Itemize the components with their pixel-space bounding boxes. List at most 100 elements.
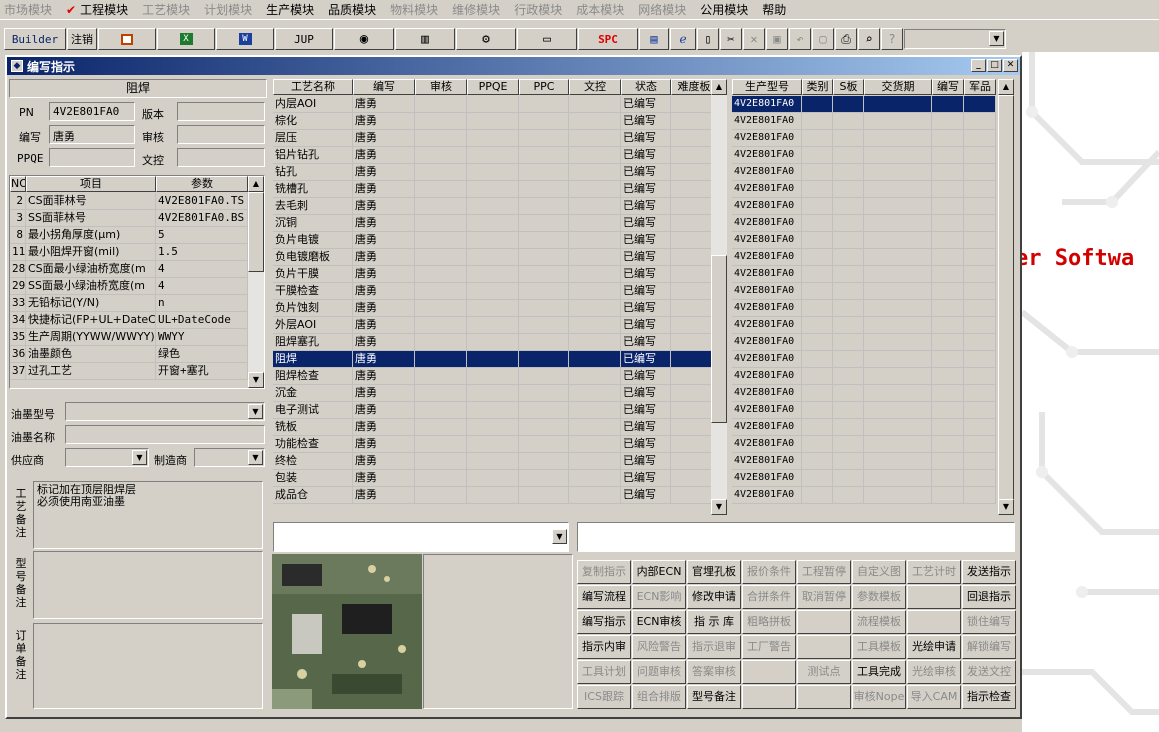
- process-row[interactable]: 铝片钻孔 唐勇 已编写: [273, 147, 717, 164]
- toolbar-combo[interactable]: ▼: [904, 29, 1006, 49]
- review-field[interactable]: [177, 125, 265, 144]
- new-icon[interactable]: ▯: [697, 28, 719, 50]
- process-row[interactable]: 负片电镀 唐勇 已编写: [273, 232, 717, 249]
- print-icon[interactable]: ⎙: [835, 28, 857, 50]
- process-row[interactable]: 外层AOI 唐勇 已编写: [273, 317, 717, 334]
- model-row[interactable]: 4V2E801FA0: [732, 385, 996, 402]
- delete-icon[interactable]: ✕: [743, 28, 765, 50]
- menu-item[interactable]: 物料模块: [390, 1, 438, 18]
- process-row[interactable]: 去毛刺 唐勇 已编写: [273, 198, 717, 215]
- scroll-thumb[interactable]: [711, 255, 727, 423]
- ink-model-select[interactable]: ▼: [65, 402, 265, 421]
- model-row[interactable]: 4V2E801FA0: [732, 113, 996, 130]
- writer-field[interactable]: 唐勇: [49, 125, 135, 144]
- model-row[interactable]: 4V2E801FA0: [732, 96, 996, 113]
- params-row[interactable]: 35 生产周期(YYWW/WWYY) WWYY: [10, 329, 248, 346]
- menu-item[interactable]: 工艺模块: [142, 1, 190, 18]
- action-button[interactable]: 指 示 库: [687, 610, 741, 634]
- chevron-down-icon[interactable]: ▼: [248, 404, 263, 419]
- report-icon[interactable]: [98, 28, 156, 50]
- preview-icon[interactable]: ▢: [812, 28, 834, 50]
- calendar-icon[interactable]: ▤: [639, 28, 669, 50]
- process-row[interactable]: 层压 唐勇 已编写: [273, 130, 717, 147]
- spc-button[interactable]: SPC: [578, 28, 638, 50]
- vertical-scrollbar[interactable]: ▲ ▼: [711, 79, 727, 515]
- model-row[interactable]: 4V2E801FA0: [732, 368, 996, 385]
- model-note-memo[interactable]: [33, 551, 263, 619]
- model-row[interactable]: 4V2E801FA0: [732, 453, 996, 470]
- action-button[interactable]: 编写指示: [577, 610, 631, 634]
- model-row[interactable]: 4V2E801FA0: [732, 232, 996, 249]
- chevron-down-icon[interactable]: ▼: [248, 450, 263, 465]
- excel-icon[interactable]: X: [157, 28, 215, 50]
- menu-item[interactable]: 行政模块: [514, 1, 562, 18]
- scroll-up-icon[interactable]: ▲: [998, 79, 1014, 95]
- model-row[interactable]: 4V2E801FA0: [732, 215, 996, 232]
- computer-icon[interactable]: ▭: [517, 28, 577, 50]
- params-row[interactable]: 37 过孔工艺 开窗+塞孔: [10, 363, 248, 380]
- params-row[interactable]: 3 SS面菲林号 4V2E801FA0.BS: [10, 210, 248, 227]
- process-row[interactable]: 包装 唐勇 已编写: [273, 470, 717, 487]
- action-button[interactable]: 型号备注: [687, 685, 741, 709]
- process-row[interactable]: 负片蚀刻 唐勇 已编写: [273, 300, 717, 317]
- model-row[interactable]: 4V2E801FA0: [732, 436, 996, 453]
- menu-item[interactable]: 品质模块: [328, 1, 376, 18]
- params-row[interactable]: 11 最小阻焊开窗(mil) 1.5: [10, 244, 248, 261]
- model-row[interactable]: 4V2E801FA0: [732, 402, 996, 419]
- action-button[interactable]: 光绘申请: [907, 635, 961, 659]
- model-row[interactable]: 4V2E801FA0: [732, 164, 996, 181]
- menu-item[interactable]: 生产模块: [266, 1, 314, 18]
- action-button[interactable]: 回退指示: [962, 585, 1016, 609]
- chevron-down-icon[interactable]: ▼: [132, 450, 147, 465]
- action-button[interactable]: 官埋孔板: [687, 560, 741, 584]
- scroll-down-icon[interactable]: ▼: [711, 499, 727, 515]
- model-row[interactable]: 4V2E801FA0: [732, 266, 996, 283]
- scroll-thumb[interactable]: [248, 192, 264, 272]
- params-row[interactable]: 2 CS面菲林号 4V2E801FA0.TS: [10, 193, 248, 210]
- menu-item[interactable]: 维修模块: [452, 1, 500, 18]
- find-icon[interactable]: ⌕: [858, 28, 880, 50]
- model-row[interactable]: 4V2E801FA0: [732, 283, 996, 300]
- model-row[interactable]: 4V2E801FA0: [732, 181, 996, 198]
- process-row[interactable]: 功能检查 唐勇 已编写: [273, 436, 717, 453]
- database-icon[interactable]: ▥: [395, 28, 455, 50]
- params-row[interactable]: 8 最小拐角厚度(μm) 5: [10, 227, 248, 244]
- undo-icon[interactable]: ↶: [789, 28, 811, 50]
- process-row[interactable]: 阻焊 唐勇 已编写: [273, 351, 717, 368]
- process-combo[interactable]: ▼: [273, 522, 569, 552]
- model-row[interactable]: 4V2E801FA0: [732, 300, 996, 317]
- process-row[interactable]: 负片干膜 唐勇 已编写: [273, 266, 717, 283]
- process-row[interactable]: 钻孔 唐勇 已编写: [273, 164, 717, 181]
- maker-select[interactable]: ▼: [194, 448, 265, 467]
- model-row[interactable]: 4V2E801FA0: [732, 470, 996, 487]
- process-row[interactable]: 电子测试 唐勇 已编写: [273, 402, 717, 419]
- process-row[interactable]: 终检 唐勇 已编写: [273, 453, 717, 470]
- help-icon[interactable]: ?: [881, 28, 903, 50]
- logout-button[interactable]: 注销: [67, 28, 97, 50]
- action-button[interactable]: 工具完成: [852, 660, 906, 684]
- process-row[interactable]: 棕化 唐勇 已编写: [273, 113, 717, 130]
- action-button[interactable]: 修改申请: [687, 585, 741, 609]
- cut-icon[interactable]: ✂: [720, 28, 742, 50]
- jup-button[interactable]: JUP: [275, 28, 333, 50]
- action-button[interactable]: 内部ECN: [632, 560, 686, 584]
- model-row[interactable]: 4V2E801FA0: [732, 198, 996, 215]
- menu-item[interactable]: 成本模块: [576, 1, 624, 18]
- process-note-memo[interactable]: 标记加在顶层阻焊层 必须使用南亚油墨: [33, 481, 263, 549]
- menu-item[interactable]: 公用模块: [700, 1, 748, 18]
- window-titlebar[interactable]: ◆ 编写指示 _ □ ✕: [7, 57, 1020, 75]
- params-row[interactable]: 29 SS面最小绿油桥宽度(m 4: [10, 278, 248, 295]
- builder-button[interactable]: Builder: [4, 28, 66, 50]
- process-row[interactable]: 阻焊塞孔 唐勇 已编写: [273, 334, 717, 351]
- menu-item[interactable]: ✔ 工程模块: [66, 1, 128, 18]
- chevron-down-icon[interactable]: ▼: [989, 31, 1004, 46]
- action-button[interactable]: ECN审核: [632, 610, 686, 634]
- process-row[interactable]: 沉铜 唐勇 已编写: [273, 215, 717, 232]
- ink-name-field[interactable]: [65, 425, 265, 444]
- vertical-scrollbar[interactable]: ▲ ▼: [998, 79, 1014, 515]
- process-row[interactable]: 铣槽孔 唐勇 已编写: [273, 181, 717, 198]
- model-row[interactable]: 4V2E801FA0: [732, 334, 996, 351]
- params-row[interactable]: 34 快捷标记(FP+UL+DateCo UL+DateCode: [10, 312, 248, 329]
- model-row[interactable]: 4V2E801FA0: [732, 249, 996, 266]
- model-text-input[interactable]: [577, 522, 1015, 552]
